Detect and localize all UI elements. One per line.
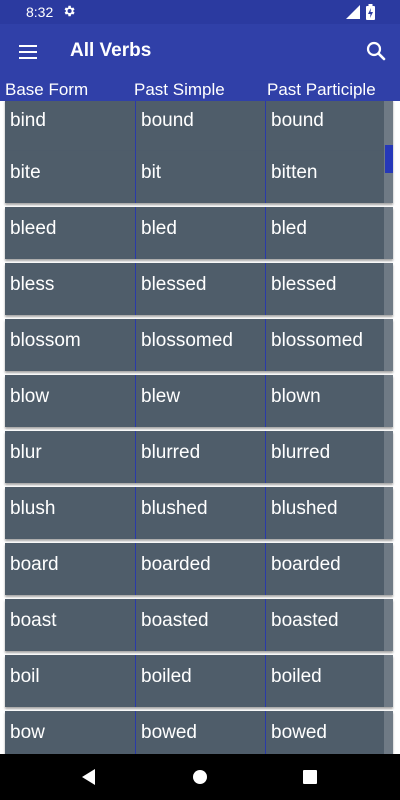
base-form-cell: blush — [10, 498, 56, 519]
header-past-simple: Past Simple — [134, 80, 225, 99]
base-form-cell: boil — [10, 666, 40, 687]
past-simple-cell: boiled — [135, 655, 270, 707]
gear-icon — [64, 5, 75, 17]
past-participle-cell: blessed — [265, 263, 399, 315]
back-icon[interactable] — [80, 768, 98, 786]
header-past-participle: Past Participle — [267, 80, 376, 99]
battery-icon — [366, 4, 375, 20]
verb-row[interactable]: bind bound bound — [5, 101, 393, 151]
home-icon[interactable] — [192, 769, 208, 785]
base-form-cell: bind — [10, 110, 46, 131]
status-bar: 8:32 — [0, 0, 400, 24]
column-header-row: Base Form Past Simple Past Participle — [0, 80, 400, 101]
past-participle-cell: boasted — [265, 599, 399, 651]
verb-list[interactable]: bind bound bound bite bit bitten bleed b… — [0, 101, 400, 754]
past-simple-cell: bowed — [135, 711, 270, 754]
past-participle-cell: blossomed — [265, 319, 399, 371]
past-simple-cell: boasted — [135, 599, 270, 651]
past-simple-cell: blurred — [135, 431, 270, 483]
verb-row[interactable]: bleed bled bled — [5, 207, 393, 259]
verb-row[interactable]: boil boiled boiled — [5, 655, 393, 707]
row-edge — [384, 263, 393, 315]
past-participle-cell: blown — [265, 375, 399, 427]
past-participle-cell: boarded — [265, 543, 399, 595]
base-form-cell: bless — [10, 274, 55, 295]
signal-icon — [346, 5, 360, 19]
past-participle-cell: boiled — [265, 655, 399, 707]
verb-row[interactable]: bite bit bitten — [5, 151, 393, 203]
scrollbar-thumb[interactable] — [385, 145, 393, 173]
search-icon[interactable] — [364, 39, 388, 63]
verb-row[interactable]: boast boasted boasted — [5, 599, 393, 651]
base-form-cell: bow — [10, 722, 45, 743]
page-title: All Verbs — [70, 40, 152, 61]
verb-row[interactable]: bow bowed bowed — [5, 711, 393, 754]
past-participle-cell: blurred — [265, 431, 399, 483]
verb-row[interactable]: blur blurred blurred — [5, 431, 393, 483]
past-simple-cell: blossomed — [135, 319, 270, 371]
past-simple-cell: boarded — [135, 543, 270, 595]
system-nav-bar — [0, 754, 400, 800]
base-form-cell: blur — [10, 442, 42, 463]
base-form-cell: blow — [10, 386, 50, 407]
app-bar: All Verbs — [0, 24, 400, 80]
row-edge — [384, 101, 393, 151]
base-form-cell: boast — [10, 610, 57, 631]
base-form-cell: board — [10, 554, 59, 575]
row-edge — [384, 711, 393, 754]
base-form-cell: blossom — [10, 330, 81, 351]
row-edge — [384, 207, 393, 259]
past-participle-cell: bled — [265, 207, 399, 259]
row-edge — [384, 375, 393, 427]
status-time: 8:32 — [26, 4, 54, 20]
past-simple-cell: blew — [135, 375, 270, 427]
verb-row[interactable]: blossom blossomed blossomed — [5, 319, 393, 371]
past-simple-cell: bound — [135, 101, 270, 151]
past-participle-cell: blushed — [265, 487, 399, 539]
past-simple-cell: blushed — [135, 487, 270, 539]
base-form-cell: bleed — [10, 218, 57, 239]
row-edge — [384, 487, 393, 539]
past-participle-cell: bound — [265, 101, 399, 151]
past-participle-cell: bowed — [265, 711, 399, 754]
verb-row[interactable]: bless blessed blessed — [5, 263, 393, 315]
verb-row[interactable]: board boarded boarded — [5, 543, 393, 595]
past-simple-cell: bit — [135, 151, 270, 203]
verb-row[interactable]: blush blushed blushed — [5, 487, 393, 539]
row-edge — [384, 431, 393, 483]
verb-row[interactable]: blow blew blown — [5, 375, 393, 427]
recents-icon[interactable] — [302, 769, 318, 785]
past-simple-cell: bled — [135, 207, 270, 259]
row-edge — [384, 599, 393, 651]
base-form-cell: bite — [10, 162, 41, 183]
menu-icon[interactable] — [16, 40, 40, 64]
row-edge — [384, 655, 393, 707]
past-simple-cell: blessed — [135, 263, 270, 315]
row-edge — [384, 319, 393, 371]
row-edge — [384, 543, 393, 595]
header-base-form: Base Form — [5, 80, 89, 99]
past-participle-cell: bitten — [265, 151, 399, 203]
